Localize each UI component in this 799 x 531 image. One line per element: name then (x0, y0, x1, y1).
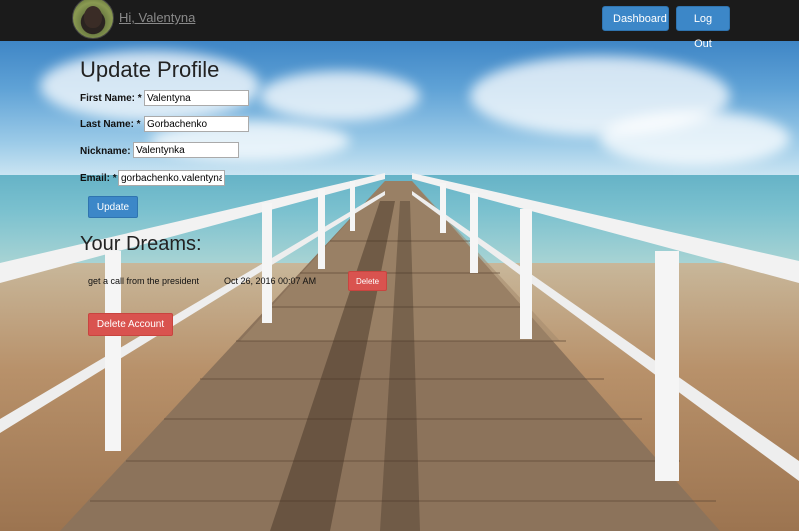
pier-background-image (0, 41, 799, 531)
email-label: Email: * (80, 173, 117, 184)
logout-button[interactable]: Log Out (676, 6, 730, 50)
pier-illustration (0, 173, 799, 531)
dream-text: get a call from the president (88, 276, 200, 286)
first-name-label: First Name: * (80, 93, 142, 104)
nickname-input[interactable] (133, 142, 239, 158)
email-input[interactable] (118, 170, 225, 186)
page-title: Update Profile (80, 57, 220, 82)
nickname-label: Nickname: (80, 146, 131, 157)
greeting-link[interactable]: Hi, Valentyna (119, 10, 195, 25)
top-navbar: Hi, Valentyna Dashboard Log Out (0, 0, 799, 50)
dreams-title: Your Dreams: (80, 233, 202, 255)
dream-date: Oct 26, 2016 00:07 AM (224, 276, 317, 286)
last-name-input[interactable] (144, 116, 249, 132)
delete-account-button[interactable]: Delete Account (88, 313, 173, 336)
last-name-label: Last Name: * (80, 119, 141, 130)
delete-dream-button[interactable]: Delete (348, 271, 387, 291)
first-name-input[interactable] (144, 90, 249, 106)
dashboard-button[interactable]: Dashboard (602, 6, 669, 31)
update-button[interactable]: Update (88, 196, 138, 218)
avatar[interactable] (72, 0, 114, 39)
